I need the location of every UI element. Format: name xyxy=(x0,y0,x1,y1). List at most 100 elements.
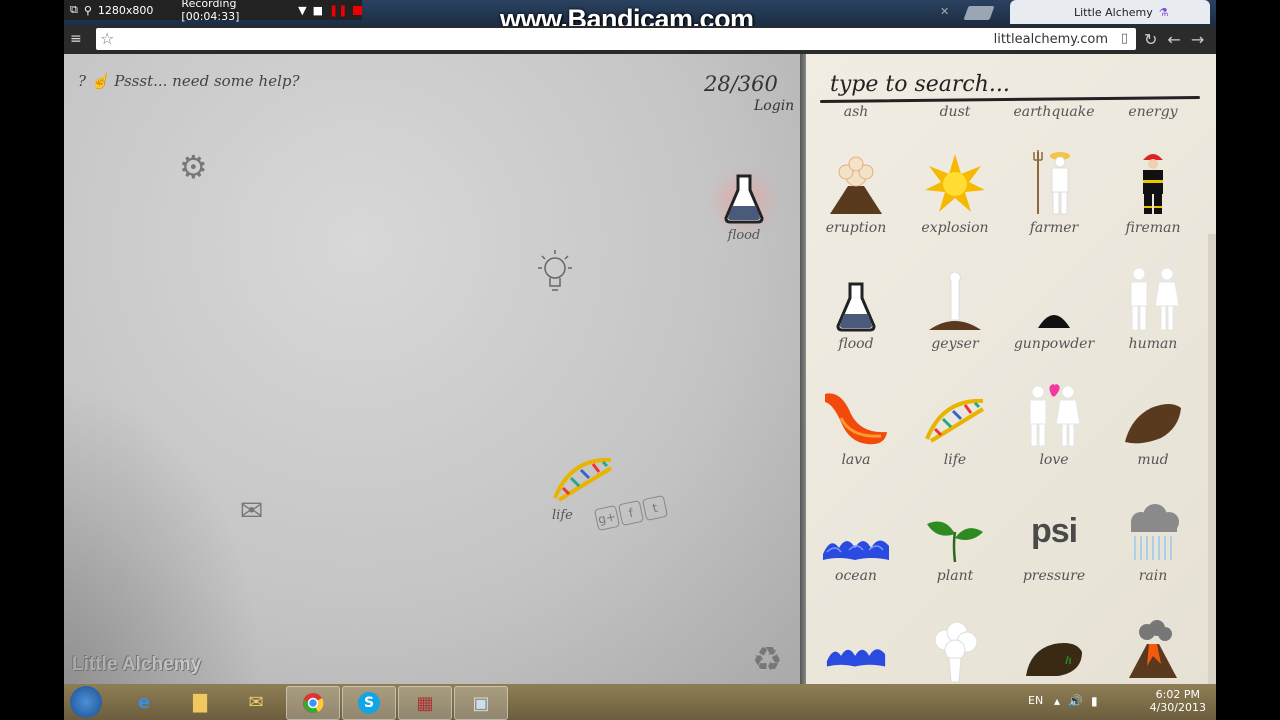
wave-icon xyxy=(823,540,889,560)
human-icon xyxy=(1130,267,1180,331)
recorder-window-icon[interactable]: ⧉ xyxy=(70,3,78,17)
library-item-lava[interactable]: lava xyxy=(808,382,904,468)
googleplus-icon[interactable]: g+ xyxy=(593,504,621,532)
start-button[interactable] xyxy=(70,686,102,718)
library-item-mud[interactable]: mud xyxy=(1105,382,1201,468)
library-item-rain[interactable]: rain xyxy=(1105,498,1201,584)
board-element-flood[interactable]: flood xyxy=(706,166,782,243)
lightbulb-icon[interactable] xyxy=(536,246,574,305)
item-label: pressure xyxy=(1022,568,1086,584)
lava-icon xyxy=(825,393,887,445)
library-item-eruption[interactable]: eruption xyxy=(808,150,904,236)
twitter-icon[interactable]: t xyxy=(641,494,669,522)
rain-cloud-icon xyxy=(1131,504,1179,560)
recycle-icon[interactable]: ♻ xyxy=(752,640,782,680)
recorder-camera-icon[interactable]: ■ xyxy=(313,4,323,17)
item-label: eruption xyxy=(825,220,887,236)
clock[interactable]: 6:02 PM 4/30/2013 xyxy=(1150,688,1206,714)
recorder-pause-icon[interactable]: ❚❚ xyxy=(329,4,347,17)
system-tray[interactable]: ▴🔊▮ xyxy=(1054,694,1106,708)
new-tab-button[interactable] xyxy=(963,6,995,20)
library-item-flood[interactable]: flood xyxy=(808,266,904,352)
steam-icon xyxy=(934,621,978,683)
swamp-icon xyxy=(1026,643,1082,676)
address-bar[interactable]: ☆ littlealchemy.com ▯ xyxy=(96,28,1136,50)
library-item-love[interactable]: love xyxy=(1006,382,1102,468)
bandicam-icon[interactable]: ▣ xyxy=(454,686,508,720)
browser-tab[interactable]: ✕ Little Alchemy ⚗ xyxy=(940,0,1210,24)
gunpowder-icon xyxy=(1038,315,1070,328)
item-label-partial[interactable]: ash xyxy=(808,104,904,120)
flask-icon xyxy=(724,174,764,224)
library-item-plant[interactable]: plant xyxy=(907,498,1003,584)
search-input[interactable]: type to search... xyxy=(830,72,1010,97)
library-item-partial[interactable] xyxy=(907,620,1003,684)
library-item-pressure[interactable]: psi pressure xyxy=(1006,498,1102,585)
recorder-status: Recording [00:04:33] xyxy=(181,0,240,23)
mail-icon[interactable]: ✉ xyxy=(230,686,282,718)
item-label: flood xyxy=(838,336,874,352)
library-item-ocean[interactable]: ocean xyxy=(808,498,904,584)
search-underline xyxy=(819,96,1201,103)
library-item-geyser[interactable]: geyser xyxy=(907,266,1003,352)
bookmark-star-icon[interactable]: ☆ xyxy=(100,29,114,48)
item-label: geyser xyxy=(931,336,979,352)
panel-scrollbar[interactable] xyxy=(1208,234,1216,684)
library-item-partial[interactable] xyxy=(1105,620,1201,680)
wave-icon xyxy=(826,649,886,667)
library-item-fireman[interactable]: fireman xyxy=(1105,150,1201,236)
recorder-dropdown-icon[interactable]: ▼ xyxy=(298,4,306,17)
recorder-zoom-icon[interactable]: ⚲ xyxy=(84,4,92,17)
login-link[interactable]: Login xyxy=(754,98,794,114)
tab-favicon-icon: ⚗ xyxy=(1158,5,1169,19)
forward-icon[interactable]: → xyxy=(1191,30,1204,49)
winrar-icon[interactable]: ▦ xyxy=(398,686,452,720)
chrome-icon[interactable] xyxy=(286,686,340,720)
recorder-resolution: 1280x800 xyxy=(97,3,154,17)
clock-date: 4/30/2013 xyxy=(1149,701,1206,714)
browser-toolbar: ≡ ☆ littlealchemy.com ▯ ↻ ← → xyxy=(64,26,1216,54)
item-label-partial[interactable]: earthquake xyxy=(1006,104,1102,120)
mud-icon xyxy=(1125,404,1181,444)
library-item-partial[interactable] xyxy=(1006,620,1102,680)
element-counter: 28/360 xyxy=(704,72,778,96)
menu-icon[interactable]: ≡ xyxy=(70,32,84,46)
language-indicator[interactable]: EN xyxy=(1028,694,1043,707)
help-link[interactable]: ? ☝ Pssst... need some help? xyxy=(78,72,300,90)
recorder-bar: ⧉ ⚲ 1280x800 Recording [00:04:33] ▼ ■ ❚❚ xyxy=(64,0,362,23)
recorder-stop-icon[interactable] xyxy=(353,5,362,15)
library-item-human[interactable]: human xyxy=(1105,266,1201,352)
tab-close-icon[interactable]: ✕ xyxy=(940,5,949,18)
facebook-icon[interactable]: f xyxy=(617,499,645,527)
hand-icon: ☝ xyxy=(90,72,110,90)
workspace-board[interactable]: ? ☝ Pssst... need some help? 28/360 Logi… xyxy=(64,54,800,684)
folder-icon[interactable]: ▇ xyxy=(174,686,226,718)
item-label-partial[interactable]: dust xyxy=(907,104,1003,120)
item-label: ocean xyxy=(835,568,877,584)
library-item-gunpowder[interactable]: gunpowder xyxy=(1006,266,1102,352)
tab-title: Little Alchemy xyxy=(1074,5,1153,19)
library-item-partial[interactable] xyxy=(808,620,904,670)
love-icon xyxy=(1029,384,1081,447)
volcano-icon xyxy=(830,156,882,214)
envelope-icon[interactable]: ✉ xyxy=(240,494,263,527)
fireman-icon xyxy=(1143,154,1163,214)
farmer-icon xyxy=(1033,150,1070,215)
back-icon[interactable]: ← xyxy=(1167,30,1180,49)
geyser-icon xyxy=(929,271,981,330)
item-label-partial[interactable]: energy xyxy=(1105,104,1201,120)
gear-icon[interactable]: ⚙ xyxy=(179,148,208,186)
ie-icon[interactable]: e xyxy=(118,686,170,718)
reload-icon[interactable]: ↻ xyxy=(1144,30,1157,49)
item-label: life xyxy=(943,452,967,468)
item-label: lava xyxy=(841,452,871,468)
item-label: rain xyxy=(1138,568,1168,584)
library-item-explosion[interactable]: explosion xyxy=(907,150,1003,236)
skype-icon[interactable]: S xyxy=(342,686,396,720)
clock-time: 6:02 PM xyxy=(1155,688,1200,701)
library-item-farmer[interactable]: farmer xyxy=(1006,150,1102,236)
item-label: gunpowder xyxy=(1013,336,1095,352)
library-item-life[interactable]: life xyxy=(907,382,1003,468)
flask-icon xyxy=(836,282,876,332)
psi-icon: psi xyxy=(1030,511,1078,550)
